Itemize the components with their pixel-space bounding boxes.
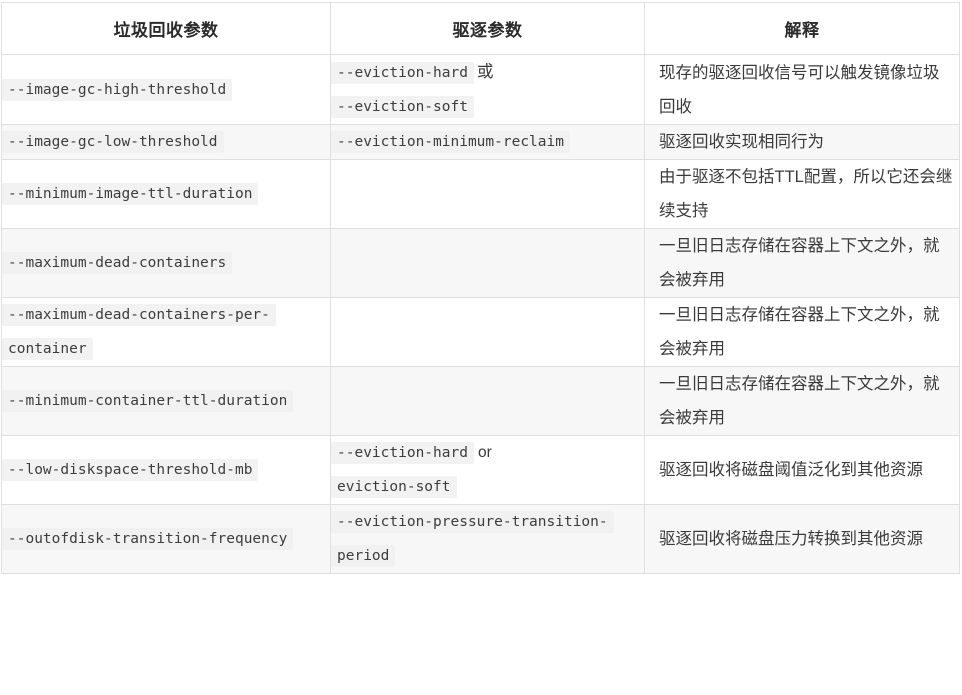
cell-evict-param: --eviction-pressure-transition-period [330, 504, 645, 574]
cell-evict-param-empty [331, 194, 644, 195]
cell-explanation: 一旦旧日志存储在容器上下文之外，就会被弃用 [644, 228, 960, 298]
cell-explanation: 现存的驱逐回收信号可以触发镜像垃圾回收 [644, 54, 960, 125]
cell-gc-param: --minimum-image-ttl-duration [1, 159, 331, 229]
column-header-gc-param: 垃圾回收参数 [1, 2, 331, 55]
gc-eviction-params-table: 垃圾回收参数 驱逐参数 解释 --image-gc-high-threshold… [1, 2, 960, 574]
code-gc-param: --outofdisk-transition-frequency [2, 528, 294, 550]
code-gc-param: --minimum-image-ttl-duration [2, 183, 259, 205]
table-body: --image-gc-high-threshold --eviction-har… [1, 54, 960, 574]
cell-evict-param [330, 228, 645, 298]
cell-evict-param: --eviction-hard 或 --eviction-soft [330, 54, 645, 125]
table-row: --image-gc-low-threshold --eviction-mini… [1, 124, 960, 160]
cell-gc-param: --minimum-container-ttl-duration [1, 366, 331, 436]
table-row: --low-diskspace-threshold-mb --eviction-… [1, 435, 960, 505]
column-header-evict-param: 驱逐参数 [330, 2, 645, 55]
code-gc-param: --minimum-container-ttl-duration [2, 390, 294, 412]
code-gc-param: --low-diskspace-threshold-mb [2, 459, 259, 481]
table-header-row: 垃圾回收参数 驱逐参数 解释 [1, 2, 960, 55]
code-gc-param: --maximum-dead-containers-per-container [2, 304, 276, 360]
cell-gc-param: --low-diskspace-threshold-mb [1, 435, 331, 505]
table-row: --minimum-container-ttl-duration 一旦旧日志存储… [1, 366, 960, 436]
cell-evict-param-empty [331, 401, 644, 402]
table-row: --image-gc-high-threshold --eviction-har… [1, 54, 960, 125]
evict-param-joiner: 或 [476, 63, 494, 81]
evict-param-joiner: or [477, 444, 492, 461]
evict-param-line-2: --eviction-soft [331, 90, 644, 124]
code-evict-param-primary: --eviction-hard [331, 62, 474, 84]
cell-evict-param-empty [331, 263, 644, 264]
code-evict-param-primary: --eviction-minimum-reclaim [331, 131, 570, 153]
cell-gc-param: --outofdisk-transition-frequency [1, 504, 331, 574]
cell-explanation: 一旦旧日志存储在容器上下文之外，就会被弃用 [644, 366, 960, 436]
code-evict-param-primary: --eviction-pressure-transition-period [331, 511, 614, 567]
evict-param-line-1: --eviction-hard or [331, 436, 644, 470]
cell-evict-param [330, 297, 645, 367]
cell-explanation: 驱逐回收实现相同行为 [644, 124, 960, 160]
cell-explanation: 驱逐回收将磁盘阈值泛化到其他资源 [644, 435, 960, 505]
cell-evict-param: --eviction-hard or eviction-soft [330, 435, 645, 505]
cell-explanation: 由于驱逐不包括TTL配置，所以它还会继续支持 [644, 159, 960, 229]
cell-explanation: 一旦旧日志存储在容器上下文之外，就会被弃用 [644, 297, 960, 367]
cell-gc-param: --image-gc-high-threshold [1, 54, 331, 125]
evict-param-line-2: eviction-soft [331, 470, 644, 504]
cell-gc-param: --image-gc-low-threshold [1, 124, 331, 160]
code-evict-param-secondary: --eviction-soft [331, 96, 474, 118]
cell-explanation: 驱逐回收将磁盘压力转换到其他资源 [644, 504, 960, 574]
code-evict-param-secondary: eviction-soft [331, 476, 457, 498]
table-row: --maximum-dead-containers 一旦旧日志存储在容器上下文之… [1, 228, 960, 298]
cell-evict-param-empty [331, 332, 644, 333]
cell-evict-param: --eviction-minimum-reclaim [330, 124, 645, 160]
table-row: --minimum-image-ttl-duration 由于驱逐不包括TTL配… [1, 159, 960, 229]
table-header: 垃圾回收参数 驱逐参数 解释 [1, 2, 960, 55]
code-gc-param: --maximum-dead-containers [2, 252, 233, 274]
cell-evict-param [330, 159, 645, 229]
table-row: --maximum-dead-containers-per-container … [1, 297, 960, 367]
table-row: --outofdisk-transition-frequency --evict… [1, 504, 960, 574]
evict-param-line-1: --eviction-hard 或 [331, 55, 644, 90]
code-gc-param: --image-gc-high-threshold [2, 78, 233, 101]
cell-gc-param: --maximum-dead-containers [1, 228, 331, 298]
code-evict-param-primary: --eviction-hard [331, 442, 474, 464]
cell-gc-param: --maximum-dead-containers-per-container [1, 297, 331, 367]
column-header-explanation: 解释 [644, 2, 960, 55]
cell-evict-param [330, 366, 645, 436]
params-table-container: 垃圾回收参数 驱逐参数 解释 --image-gc-high-threshold… [0, 0, 962, 695]
code-gc-param: --image-gc-low-threshold [2, 131, 224, 153]
